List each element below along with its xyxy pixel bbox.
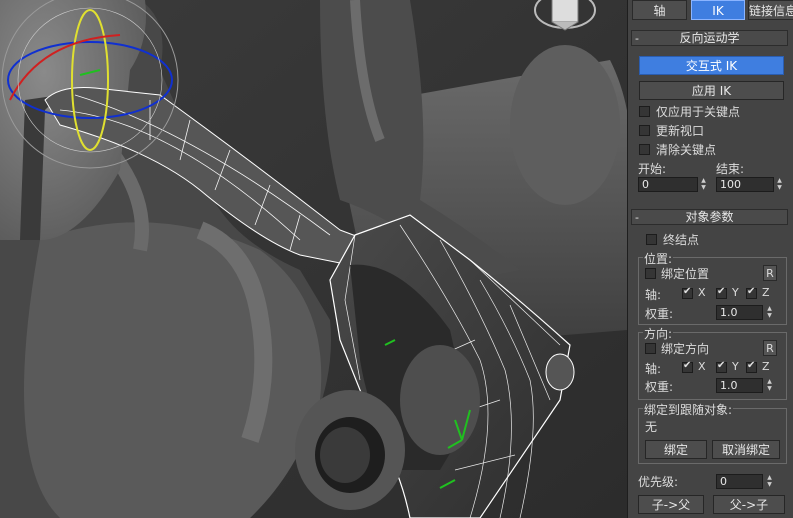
hierarchy-tabs: 轴 IK 链接信息 [628, 0, 793, 22]
parent-to-child-button[interactable]: 父->子 [713, 495, 785, 514]
command-panel: 轴 IK 链接信息 - 反向运动学 交互式 IK 应用 IK 仅应用于关键点 更… [627, 0, 793, 518]
orientation-weight-arrows[interactable]: ▲ ▼ [765, 378, 774, 393]
bind-orientation-checkbox[interactable] [645, 343, 656, 354]
left-roller [24, 222, 322, 518]
start-label: 开始: [638, 162, 667, 176]
orientation-axis-x-checkbox[interactable] [682, 360, 693, 373]
position-axis-x-checkbox[interactable] [682, 286, 693, 299]
follow-object-group-label: 绑定到跟随对象: [643, 401, 734, 418]
rollout-object-params-header[interactable]: - 对象参数 [631, 209, 788, 225]
terminator-checkbox[interactable] [646, 234, 657, 245]
start-spinner[interactable]: 0 [638, 177, 698, 192]
follow-object-none-text: 无 [645, 420, 658, 434]
orientation-axis-y-label: Y [732, 360, 739, 373]
tab-ik[interactable]: IK [691, 0, 745, 20]
bind-orientation-label: 绑定方向 [661, 342, 710, 356]
orientation-weight-spinner[interactable]: 1.0 [716, 378, 763, 393]
update-viewports-label: 更新视口 [656, 124, 705, 138]
position-axis-y-checkbox[interactable] [716, 286, 727, 299]
orientation-weight-label: 权重: [645, 380, 674, 394]
apply-keys-only-checkbox[interactable] [639, 106, 650, 117]
interactive-ik-button[interactable]: 交互式 IK [639, 56, 784, 75]
plate-bolt [545, 353, 575, 391]
start-spinner-arrows[interactable]: ▲ ▼ [699, 177, 708, 192]
position-axis-x-label: X [698, 286, 706, 299]
bind-position-checkbox[interactable] [645, 268, 656, 279]
viewport[interactable] [0, 0, 627, 518]
position-axis-y-label: Y [732, 286, 739, 299]
orientation-r-button[interactable]: R [763, 340, 777, 356]
terminator-label: 终结点 [663, 233, 700, 247]
priority-spinner[interactable]: 0 [716, 474, 763, 489]
child-to-parent-button[interactable]: 子->父 [638, 495, 704, 514]
orientation-axis-z-checkbox[interactable] [746, 360, 757, 373]
clear-keys-checkbox[interactable] [639, 144, 650, 155]
rollout-ik-header[interactable]: - 反向运动学 [631, 30, 788, 46]
update-viewports-checkbox[interactable] [639, 125, 650, 136]
orientation-axis-label: 轴: [645, 362, 662, 376]
orientation-axis-y-checkbox[interactable] [716, 360, 727, 373]
end-spinner-arrows[interactable]: ▲ ▼ [775, 177, 784, 192]
position-weight-spinner[interactable]: 1.0 [716, 305, 763, 320]
rollout-object-params-title: 对象参数 [685, 210, 734, 224]
cylinder-end [510, 45, 620, 205]
priority-arrows[interactable]: ▲ ▼ [765, 474, 774, 489]
unbind-button[interactable]: 取消绑定 [712, 440, 780, 459]
position-axis-z-checkbox[interactable] [746, 286, 757, 299]
bind-position-label: 绑定位置 [661, 267, 710, 281]
tab-pivot[interactable]: 轴 [632, 0, 687, 20]
position-axis-label: 轴: [645, 288, 662, 302]
end-spinner[interactable]: 100 [716, 177, 774, 192]
orientation-axis-x-label: X [698, 360, 706, 373]
viewport-scene[interactable] [0, 0, 627, 518]
apply-ik-button[interactable]: 应用 IK [639, 81, 784, 100]
position-r-button[interactable]: R [763, 265, 777, 281]
rollout-ik-title: 反向运动学 [679, 31, 740, 45]
bind-button[interactable]: 绑定 [645, 440, 707, 459]
position-axis-z-label: Z [762, 286, 770, 299]
clear-keys-label: 清除关键点 [656, 143, 717, 157]
priority-label: 优先级: [638, 475, 679, 489]
tab-link-info[interactable]: 链接信息 [748, 0, 793, 20]
collapse-icon: - [635, 32, 639, 45]
orientation-axis-z-label: Z [762, 360, 770, 373]
position-weight-arrows[interactable]: ▲ ▼ [765, 305, 774, 320]
collapse-icon: - [635, 211, 639, 224]
apply-keys-only-label: 仅应用于关键点 [656, 105, 741, 119]
end-label: 结束: [716, 162, 745, 176]
position-weight-label: 权重: [645, 307, 674, 321]
